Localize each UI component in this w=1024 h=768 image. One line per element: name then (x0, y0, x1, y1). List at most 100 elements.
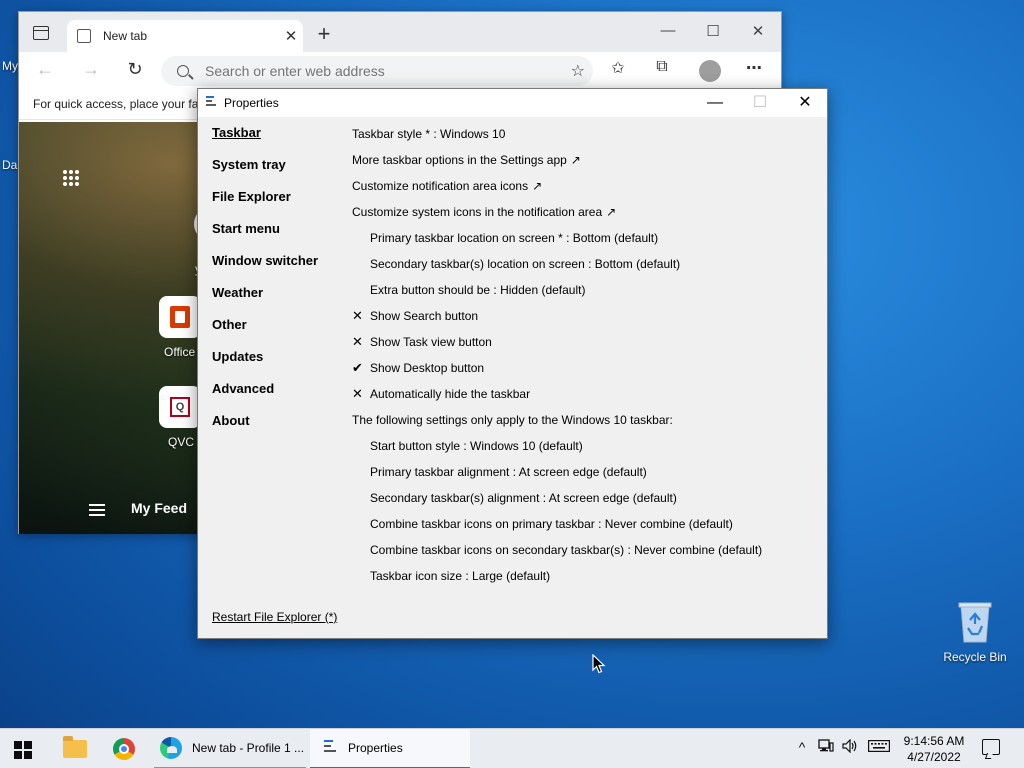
show-hidden-icons-chevron-icon[interactable]: ^ (792, 739, 812, 755)
file-explorer-taskbar-button[interactable] (60, 729, 90, 768)
volume-icon[interactable] (840, 738, 860, 756)
properties-titlebar: Properties — ☐ ✕ (198, 89, 827, 117)
nav-other[interactable]: Other (212, 317, 342, 349)
new-tab-button[interactable]: + (313, 22, 335, 46)
windows-start-icon[interactable] (14, 741, 32, 759)
recycle-bin-label: Recycle Bin (943, 650, 1007, 664)
chrome-taskbar-button[interactable] (110, 729, 138, 768)
setting-secondary-location[interactable]: Secondary taskbar(s) location on screen … (352, 251, 822, 277)
clock-time: 9:14:56 AM (903, 734, 965, 748)
back-button[interactable]: ← (33, 59, 57, 80)
toggle-label: Show Search button (370, 309, 479, 323)
address-input[interactable] (205, 63, 535, 79)
properties-close-button[interactable]: ✕ (782, 93, 828, 113)
profile-avatar[interactable] (699, 60, 721, 82)
settings-more-icon[interactable]: ⋯ (741, 58, 767, 78)
new-tab-page-icon (77, 29, 91, 43)
edge-close-button[interactable]: ✕ (735, 22, 781, 40)
section-note: The following settings only apply to the… (352, 413, 673, 427)
cross-icon: ✕ (352, 334, 363, 349)
properties-app-icon (324, 740, 338, 756)
edge-maximize-button[interactable]: ☐ (690, 22, 736, 40)
setting-icon-size[interactable]: Taskbar icon size : Large (default) (352, 563, 822, 589)
quick-link-office[interactable] (159, 296, 201, 338)
setting-combine-primary[interactable]: Combine taskbar icons on primary taskbar… (352, 511, 822, 537)
setting-primary-alignment[interactable]: Primary taskbar alignment : At screen ed… (352, 459, 822, 485)
favorites-icon[interactable]: ✩ (605, 58, 631, 78)
taskbar-task-properties[interactable]: Properties (310, 729, 470, 768)
setting-start-button-style[interactable]: Start button style : Windows 10 (default… (352, 433, 822, 459)
quick-link-qvc[interactable]: Q (159, 386, 201, 428)
link-label: Customize system icons in the notificati… (352, 205, 603, 219)
desktop-icon-label-partial[interactable]: My (2, 59, 18, 73)
link-label: Customize notification area icons (352, 179, 529, 193)
toggle-label: Automatically hide the taskbar (370, 387, 531, 401)
setting-primary-location[interactable]: Primary taskbar location on screen * : B… (352, 225, 822, 251)
restart-explorer-link[interactable]: Restart File Explorer (*) (212, 610, 337, 624)
app-launcher-icon[interactable] (63, 170, 79, 186)
nav-about[interactable]: About (212, 413, 342, 445)
setting-combine-secondary[interactable]: Combine taskbar icons on secondary taskb… (352, 537, 822, 563)
settings-sidebar: Taskbar System tray File Explorer Start … (212, 125, 342, 445)
link-label: More taskbar options in the Settings app (352, 153, 567, 167)
toggle-show-search[interactable]: ✕ Show Search button (352, 303, 822, 329)
setting-extra-button[interactable]: Extra button should be : Hidden (default… (352, 277, 822, 303)
toggle-label: Show Desktop button (370, 361, 485, 375)
notification-icon[interactable] (982, 739, 1000, 755)
edge-titlebar: New tab ✕ + — ☐ ✕ (19, 12, 781, 52)
search-icon (177, 65, 189, 77)
clock-date: 4/27/2022 (907, 750, 961, 764)
properties-app-icon (206, 96, 218, 110)
external-link-icon: ↗ (532, 179, 543, 193)
tab-actions-icon[interactable] (33, 26, 49, 40)
system-clock[interactable]: 9:14:56 AM 4/27/2022 (898, 733, 970, 765)
setting-more-options-link[interactable]: More taskbar options in the Settings app… (352, 147, 822, 173)
taskbar: New tab - Profile 1 ... Properties ^ 9:1… (0, 728, 1024, 768)
settings-panel: Taskbar style * : Windows 10 More taskba… (352, 121, 822, 589)
nav-taskbar[interactable]: Taskbar (212, 125, 342, 157)
office-icon (170, 306, 190, 328)
properties-minimize-button[interactable]: — (692, 93, 738, 113)
properties-maximize-button: ☐ (752, 94, 768, 111)
network-icon[interactable] (816, 739, 836, 756)
chrome-icon (113, 738, 135, 760)
feed-menu-icon[interactable] (89, 504, 105, 516)
recycle-bin[interactable]: Recycle Bin (940, 600, 1010, 664)
edge-toolbar: ← → ↻ ☆ ✩ ⧉ ⋯ (19, 52, 781, 88)
add-favorite-icon[interactable]: ☆ (571, 61, 585, 81)
address-bar[interactable]: ☆ (161, 56, 593, 86)
setting-secondary-alignment[interactable]: Secondary taskbar(s) alignment : At scre… (352, 485, 822, 511)
setting-taskbar-style[interactable]: Taskbar style * : Windows 10 (352, 121, 822, 147)
edge-minimize-button[interactable]: — (645, 22, 691, 39)
taskbar-task-edge[interactable]: New tab - Profile 1 ... (154, 729, 306, 768)
tab-close-icon[interactable]: ✕ (279, 27, 303, 45)
nav-start-menu[interactable]: Start menu (212, 221, 342, 253)
forward-button[interactable]: → (79, 59, 103, 80)
desktop-icon-label-partial[interactable]: Da (2, 158, 17, 172)
nav-weather[interactable]: Weather (212, 285, 342, 317)
nav-window-switcher[interactable]: Window switcher (212, 253, 342, 285)
tab-title: New tab (103, 29, 148, 43)
toggle-autohide[interactable]: ✕ Automatically hide the taskbar (352, 381, 822, 407)
toggle-show-desktop[interactable]: ✔ Show Desktop button (352, 355, 822, 381)
toggle-show-taskview[interactable]: ✕ Show Task view button (352, 329, 822, 355)
external-link-icon: ↗ (606, 205, 617, 219)
feed-title[interactable]: My Feed (131, 500, 187, 516)
file-explorer-icon (63, 736, 87, 758)
browser-tab-new-tab[interactable]: New tab ✕ (67, 20, 303, 52)
setting-notification-icons-link[interactable]: Customize notification area icons ↗ (352, 173, 822, 199)
collections-icon[interactable]: ⧉ (649, 58, 675, 76)
quick-link-label: Office (164, 345, 196, 359)
keyboard-icon[interactable] (866, 739, 892, 755)
recycle-bin-icon (957, 600, 993, 644)
mouse-cursor-icon (592, 654, 606, 674)
nav-system-tray[interactable]: System tray (212, 157, 342, 189)
nav-file-explorer[interactable]: File Explorer (212, 189, 342, 221)
nav-advanced[interactable]: Advanced (212, 381, 342, 413)
refresh-button[interactable]: ↻ (123, 59, 147, 80)
setting-system-icons-link[interactable]: Customize system icons in the notificati… (352, 199, 822, 225)
toggle-label: Show Task view button (370, 335, 492, 349)
properties-window: Properties — ☐ ✕ Taskbar System tray Fil… (197, 88, 828, 639)
cross-icon: ✕ (352, 308, 363, 323)
nav-updates[interactable]: Updates (212, 349, 342, 381)
